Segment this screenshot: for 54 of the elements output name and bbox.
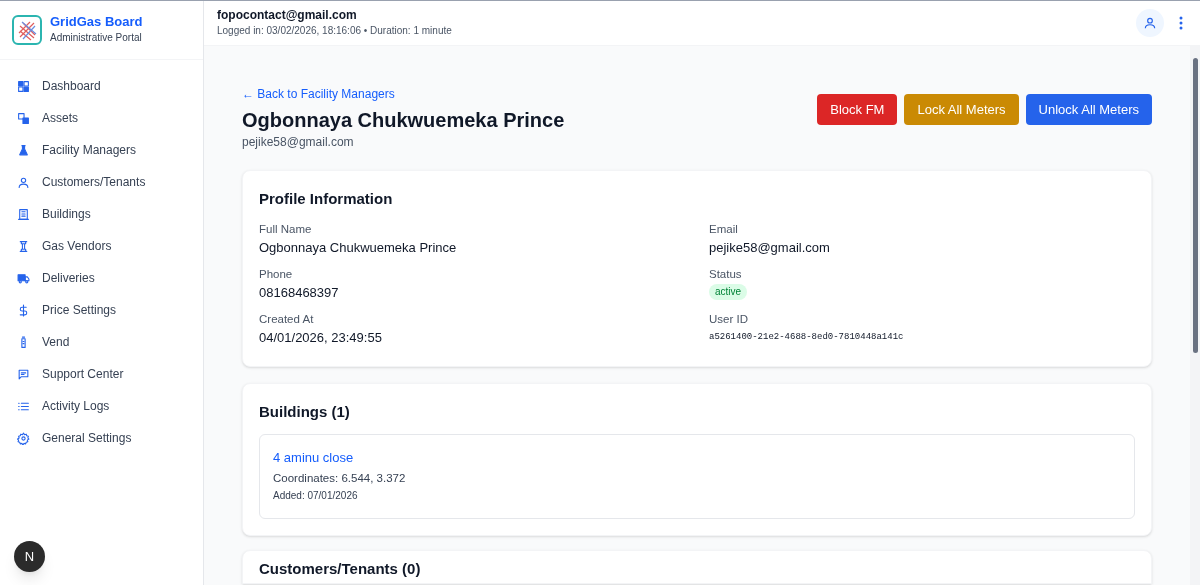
building-icon bbox=[17, 207, 30, 221]
field-label: User ID bbox=[709, 312, 749, 327]
sidebar-item[interactable]: Activity Logs bbox=[0, 390, 203, 422]
user-email: fopocontact@gmail.com bbox=[217, 7, 358, 23]
dev-indicator-button[interactable]: N bbox=[14, 541, 45, 572]
more-vertical-icon bbox=[1179, 16, 1183, 30]
sidebar-item[interactable]: Price Settings bbox=[0, 294, 203, 326]
squares-icon bbox=[17, 111, 30, 125]
building-coordinates: Coordinates: 6.544, 3.372 bbox=[273, 471, 407, 486]
gear-icon bbox=[17, 431, 30, 445]
manager-name: Ogbonnaya Chukwuemeka Prince bbox=[242, 108, 565, 132]
sidebar-item[interactable]: Customers/Tenants bbox=[0, 166, 203, 198]
field-label: Status bbox=[709, 267, 743, 282]
field-label: Full Name bbox=[259, 222, 313, 237]
sidebar-item[interactable]: Support Center bbox=[0, 358, 203, 390]
status-badge: active bbox=[709, 284, 748, 300]
profile-button[interactable] bbox=[1136, 9, 1164, 37]
dollar-icon bbox=[17, 303, 30, 317]
brand-title: GridGas Board bbox=[50, 14, 143, 30]
field-value: 08168468397 bbox=[259, 284, 340, 302]
section-title: Customers/Tenants (0) bbox=[259, 559, 422, 579]
field-value: pejike58@gmail.com bbox=[709, 239, 831, 257]
field-label: Email bbox=[709, 222, 739, 237]
manager-email: pejike58@gmail.com bbox=[242, 134, 355, 150]
field-value: 04/01/2026, 23:49:55 bbox=[259, 329, 383, 347]
sidebar-item[interactable]: Gas Vendors bbox=[0, 230, 203, 262]
field-value: a5261400-21e2-4688-8ed0-7810448a141c bbox=[709, 331, 905, 344]
building-name[interactable]: 4 aminu close bbox=[273, 448, 354, 468]
sidebar-item[interactable]: Deliveries bbox=[0, 262, 203, 294]
user-icon bbox=[1143, 16, 1157, 30]
field-label: Created At bbox=[259, 312, 315, 327]
truck-icon bbox=[17, 271, 30, 285]
chat-icon bbox=[17, 367, 30, 381]
user-icon bbox=[17, 175, 30, 189]
brand-subtitle: Administrative Portal bbox=[50, 31, 143, 45]
block-button[interactable]: Block FM bbox=[817, 94, 898, 125]
back-link[interactable]: ← Back to Facility Managers bbox=[242, 86, 565, 102]
sidebar-item[interactable]: Dashboard bbox=[0, 70, 203, 102]
field-value: Ogbonnaya Chukwuemeka Prince bbox=[259, 239, 458, 257]
field-label: Phone bbox=[259, 267, 294, 282]
grid-icon bbox=[17, 79, 30, 93]
section-title: Profile Information bbox=[259, 189, 394, 209]
flask-icon bbox=[17, 143, 30, 157]
sidebar-item[interactable]: Facility Managers bbox=[0, 134, 203, 166]
logo-icon bbox=[12, 15, 42, 45]
scrollbar[interactable] bbox=[1190, 46, 1200, 585]
sidebar-item[interactable]: Buildings bbox=[0, 198, 203, 230]
sidebar-item[interactable]: Assets bbox=[0, 102, 203, 134]
session-info: Logged in: 03/02/2026, 18:16:06 • Duration: 1 minute bbox=[217, 24, 452, 38]
section-title: Buildings (1) bbox=[259, 402, 351, 422]
unlock-button[interactable]: Unlock All Meters bbox=[1025, 94, 1152, 125]
building-added-date: Added: 07/01/2026 bbox=[273, 489, 359, 503]
sidebar-item[interactable]: General Settings bbox=[0, 422, 203, 454]
sidebar-item[interactable]: Vend bbox=[0, 326, 203, 358]
